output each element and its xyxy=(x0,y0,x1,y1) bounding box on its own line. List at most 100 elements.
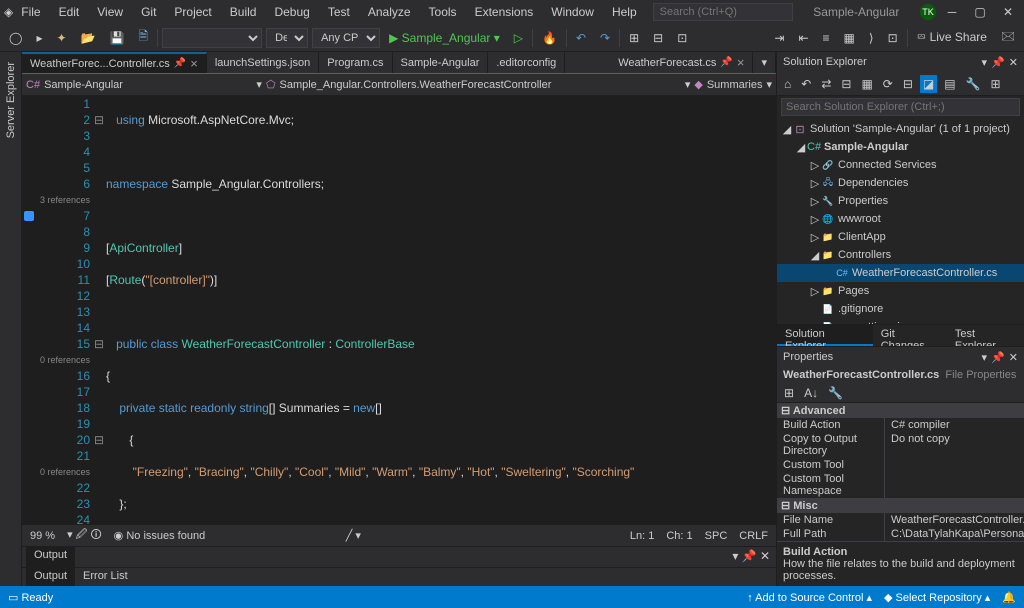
close-tab-icon[interactable]: × xyxy=(737,55,745,70)
menu-view[interactable]: View xyxy=(89,2,131,22)
sync-icon[interactable]: ⇄ xyxy=(818,75,834,93)
property-row[interactable]: Custom Tool xyxy=(777,458,1024,472)
tb-r1-icon[interactable]: ⇥ xyxy=(769,28,789,48)
tb-r5-icon[interactable]: ⟩ xyxy=(864,28,879,48)
output-subtab[interactable]: Output xyxy=(26,568,75,587)
tb-r3-icon[interactable]: ≡ xyxy=(818,28,835,48)
home-icon[interactable]: ⌂ xyxy=(781,75,794,93)
logo-icon[interactable]: ◈ xyxy=(4,5,13,19)
undo-icon[interactable]: ↶ xyxy=(571,28,591,48)
run-noDebug-button[interactable]: ▷ xyxy=(509,28,528,48)
bookmark-icon[interactable] xyxy=(24,211,34,221)
menu-debug[interactable]: Debug xyxy=(266,2,317,22)
wrench-icon[interactable]: 🔧 xyxy=(963,75,984,93)
git-changes-tab[interactable]: Git Changes xyxy=(873,325,947,346)
tree-item[interactable]: ▷📁Pages xyxy=(777,282,1024,300)
zoom-icons[interactable]: ▾ 🖉 🛈 xyxy=(67,526,102,545)
line-ending[interactable]: CRLF xyxy=(739,530,768,542)
error-list-subtab[interactable]: Error List xyxy=(75,568,136,587)
target-framework[interactable] xyxy=(162,28,262,48)
tb-r4-icon[interactable]: ▦ xyxy=(839,28,860,48)
search-input[interactable] xyxy=(653,3,793,21)
tab-overflow-icon[interactable]: ▾ xyxy=(753,52,776,73)
preview-icon[interactable]: ▤ xyxy=(941,75,958,93)
platform-dropdown[interactable]: Any CPU xyxy=(312,28,380,48)
collapse-icon[interactable]: ⊟ xyxy=(900,75,916,93)
categorize-icon[interactable]: ⊞ xyxy=(781,384,797,402)
back-icon[interactable]: ↶ xyxy=(798,75,814,93)
tool-3-icon[interactable]: ⊡ xyxy=(672,28,692,48)
hot-reload-icon[interactable]: 🔥 xyxy=(537,28,562,48)
code-editor[interactable]: 123456 3 references 7 89101112131415 0 r… xyxy=(22,96,776,524)
highlight-icon[interactable]: ◪ xyxy=(920,75,937,93)
menu-test[interactable]: Test xyxy=(320,2,358,22)
pin-icon[interactable]: 📌 xyxy=(991,351,1005,364)
panel-menu-icon[interactable]: ▾ xyxy=(982,351,988,364)
output-tab[interactable]: Output xyxy=(26,547,75,567)
project-node[interactable]: ◢C#Sample-Angular xyxy=(777,138,1024,156)
tab-editorconfig[interactable]: .editorconfig xyxy=(488,52,565,73)
tree-item[interactable]: ▷📁ClientApp xyxy=(777,228,1024,246)
tree-item[interactable]: ▷🖧Dependencies xyxy=(777,174,1024,192)
tb-r6-icon[interactable]: ⊡ xyxy=(883,28,903,48)
indent-type[interactable]: SPC xyxy=(705,530,728,542)
menu-edit[interactable]: Edit xyxy=(51,2,88,22)
maximize-icon[interactable]: ▢ xyxy=(968,2,992,22)
tree-item[interactable]: 📄.gitignore xyxy=(777,300,1024,318)
menu-build[interactable]: Build xyxy=(222,2,265,22)
close-icon[interactable]: ✕ xyxy=(1009,351,1018,364)
menu-git[interactable]: Git xyxy=(133,2,164,22)
alpha-icon[interactable]: A↓ xyxy=(801,384,821,402)
tb-r2-icon[interactable]: ⇤ xyxy=(793,28,813,48)
close-icon[interactable]: ✕ xyxy=(996,2,1020,22)
test-explorer-tab[interactable]: Test Explorer xyxy=(947,325,1024,346)
solution-search-input[interactable] xyxy=(781,98,1020,116)
zoom-level[interactable]: 99 % xyxy=(30,530,55,542)
tool-2-icon[interactable]: ⊟ xyxy=(648,28,668,48)
tab-weatherforecast[interactable]: WeatherForecast.cs 📌 × xyxy=(610,52,753,73)
crumb-project[interactable]: C#Sample-Angular xyxy=(26,79,123,91)
config-dropdown[interactable]: Debug xyxy=(266,28,308,48)
panel-controls[interactable]: ▾ 📌 ✕ xyxy=(726,547,776,567)
issues-count[interactable]: ◉ No issues found xyxy=(114,529,206,542)
menu-window[interactable]: Window xyxy=(543,2,602,22)
refresh-icon[interactable]: ⟳ xyxy=(880,75,896,93)
save-all-icon[interactable]: 🗎 xyxy=(133,24,153,51)
tree-item[interactable]: ▷🌐wwwroot xyxy=(777,210,1024,228)
property-row[interactable]: Build ActionC# compiler xyxy=(777,418,1024,432)
user-avatar[interactable]: TK xyxy=(920,4,936,20)
close-icon[interactable]: ✕ xyxy=(1009,56,1018,69)
menu-analyze[interactable]: Analyze xyxy=(360,2,419,22)
property-row[interactable]: Full PathC:\DataTylahKapa\Personal\Sampl… xyxy=(777,527,1024,541)
solution-explorer-tab[interactable]: Solution Explorer xyxy=(777,325,873,346)
property-row[interactable]: File NameWeatherForecastController.cs xyxy=(777,513,1024,527)
tool-1-icon[interactable]: ⊞ xyxy=(624,28,644,48)
view-icon[interactable]: ⊞ xyxy=(988,75,1004,93)
minimize-icon[interactable]: ─ xyxy=(940,2,964,22)
tree-item[interactable]: ▷🔗Connected Services xyxy=(777,156,1024,174)
panel-menu-icon[interactable]: ▾ xyxy=(982,56,988,69)
property-row[interactable]: Copy to Output DirectoryDo not copy xyxy=(777,432,1024,458)
prop-pages-icon[interactable]: 🔧 xyxy=(825,384,846,402)
tab-weather-controller[interactable]: WeatherForec...Controller.cs 📌 × xyxy=(22,52,207,73)
menu-project[interactable]: Project xyxy=(166,2,219,22)
filter-icon[interactable]: ⊟ xyxy=(838,75,854,93)
menu-file[interactable]: File xyxy=(13,2,48,22)
notifications-icon[interactable]: 🖂 xyxy=(996,24,1020,51)
solution-root[interactable]: ◢⊡Solution 'Sample-Angular' (1 of 1 proj… xyxy=(777,120,1024,138)
crumb-member[interactable]: ▾ ◆Summaries ▾ xyxy=(685,78,772,91)
showall-icon[interactable]: ▦ xyxy=(858,75,875,93)
redo-icon[interactable]: ↷ xyxy=(595,28,615,48)
menu-help[interactable]: Help xyxy=(604,2,645,22)
properties-target[interactable]: WeatherForecastController.cs File Proper… xyxy=(777,367,1024,383)
tree-item[interactable]: ◢📁Controllers xyxy=(777,246,1024,264)
pin-icon[interactable]: 📌 xyxy=(991,56,1005,69)
tab-program[interactable]: Program.cs xyxy=(319,52,392,73)
property-row[interactable]: Custom Tool Namespace xyxy=(777,472,1024,498)
close-tab-icon[interactable]: × xyxy=(190,56,198,71)
run-button[interactable]: ▶ Sample_Angular ▾ xyxy=(384,28,505,48)
open-icon[interactable]: 📂 xyxy=(76,28,101,48)
tab-launchsettings[interactable]: launchSettings.json xyxy=(207,52,319,73)
save-icon[interactable]: 💾 xyxy=(104,28,129,48)
forward-icon[interactable]: ▸ xyxy=(31,28,47,48)
